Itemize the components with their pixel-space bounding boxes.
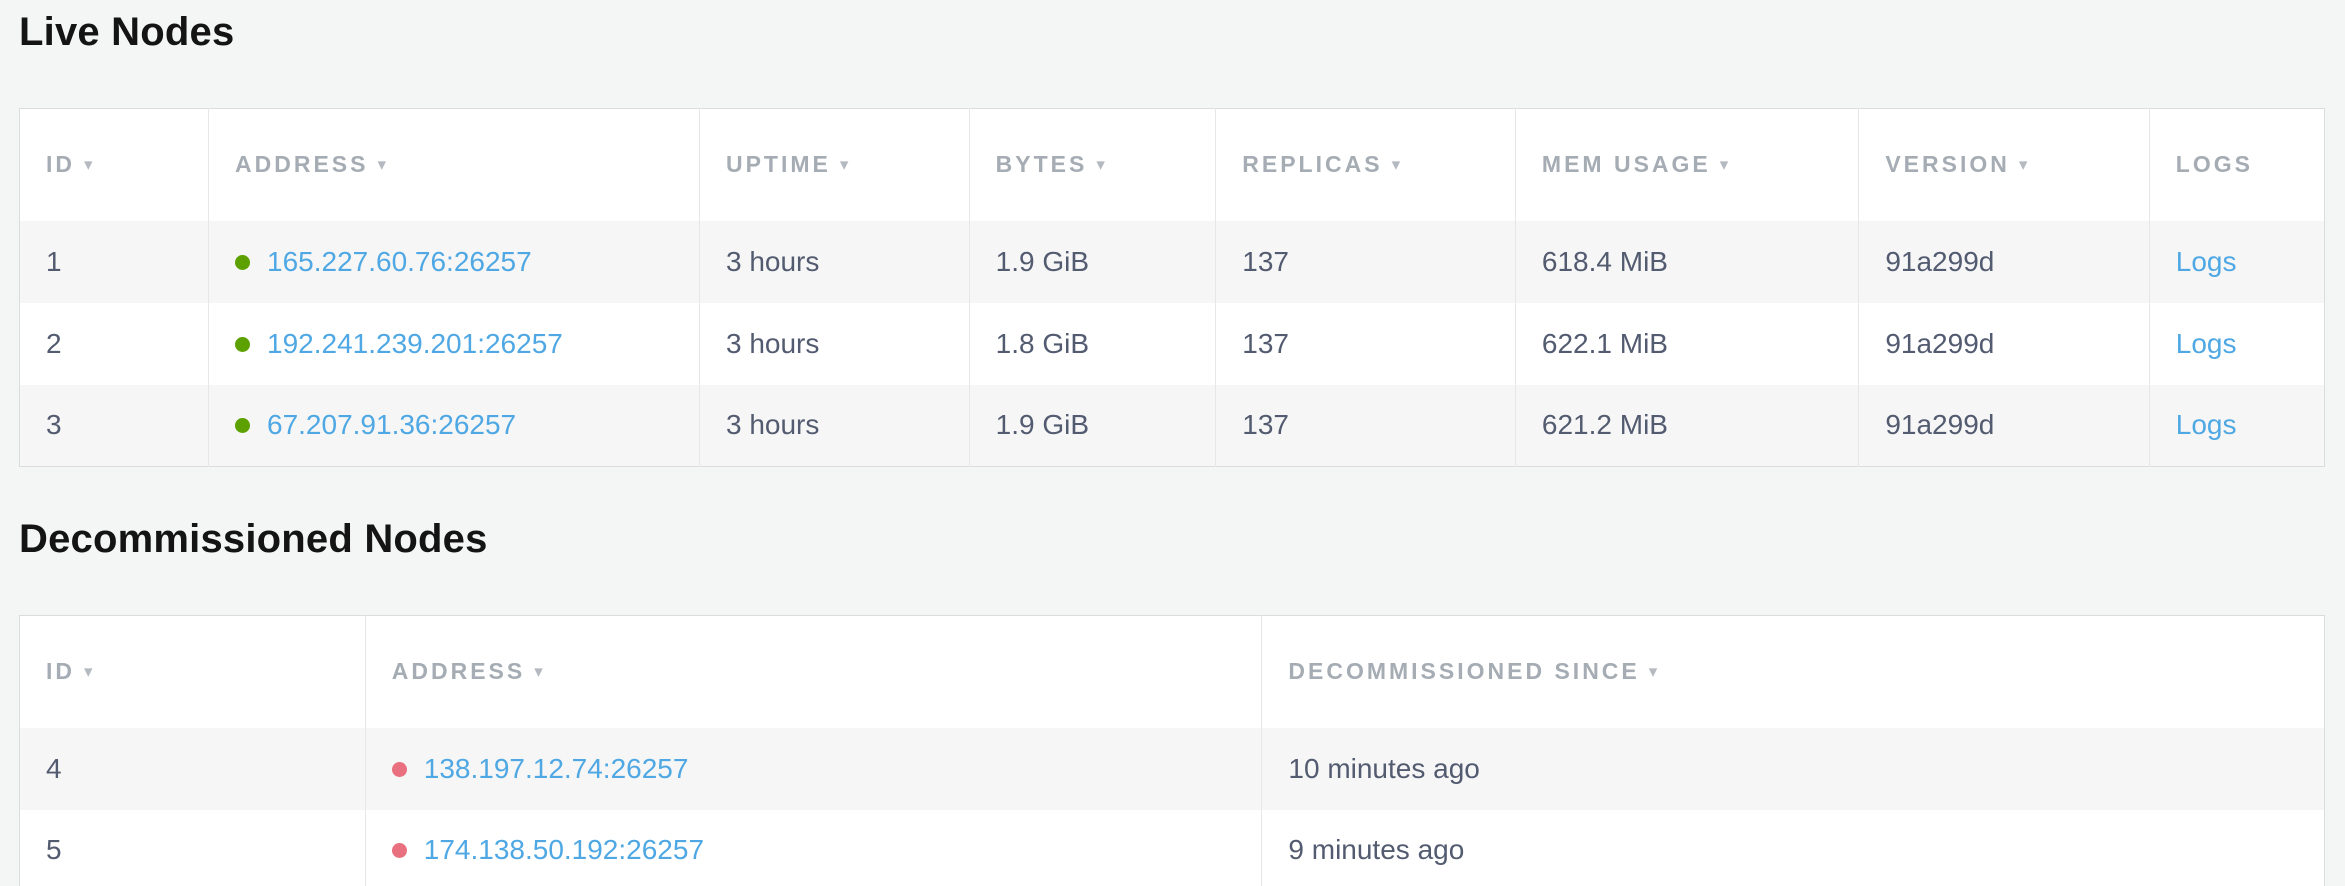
table-row: 3 67.207.91.36:26257 3 hours 1.9 GiB 137… <box>20 385 2325 467</box>
sort-arrow-icon: ▾ <box>840 155 852 174</box>
sort-arrow-icon: ▾ <box>1649 662 1661 681</box>
node-decommissioned-since-cell: 9 minutes ago <box>1262 810 2325 886</box>
sort-arrow-icon: ▾ <box>1720 155 1732 174</box>
node-mem-usage-cell: 621.2 MiB <box>1515 385 1858 467</box>
node-replicas-cell: 137 <box>1216 303 1516 385</box>
sort-arrow-icon: ▾ <box>377 155 389 174</box>
node-uptime-cell: 3 hours <box>699 221 969 303</box>
column-header-label: MEM USAGE <box>1542 151 1711 177</box>
node-version-cell: 91a299d <box>1859 221 2149 303</box>
column-header-version[interactable]: VERSION ▾ <box>1859 109 2149 221</box>
column-header-logs: LOGS <box>2149 109 2324 221</box>
node-address-cell: 138.197.12.74:26257 <box>365 728 1262 810</box>
node-address-cell: 174.138.50.192:26257 <box>365 810 1262 886</box>
column-header-address[interactable]: ADDRESS ▾ <box>365 616 1262 728</box>
node-logs-cell: Logs <box>2149 221 2324 303</box>
column-header-label: ID <box>46 151 75 177</box>
column-header-bytes[interactable]: BYTES ▾ <box>969 109 1216 221</box>
node-uptime-cell: 3 hours <box>699 303 969 385</box>
column-header-label: ADDRESS <box>235 151 368 177</box>
node-mem-usage-cell: 622.1 MiB <box>1515 303 1858 385</box>
decommissioned-nodes-table: ID ▾ ADDRESS ▾ DECOMMISSIONED SINCE ▾ 4 138… <box>19 615 2325 886</box>
live-status-dot-icon <box>235 418 250 433</box>
sort-arrow-icon: ▾ <box>2019 155 2031 174</box>
node-mem-usage-cell: 618.4 MiB <box>1515 221 1858 303</box>
column-header-label: LOGS <box>2176 151 2253 177</box>
node-replicas-cell: 137 <box>1216 385 1516 467</box>
table-row: 1 165.227.60.76:26257 3 hours 1.9 GiB 13… <box>20 221 2325 303</box>
node-address-link[interactable]: 165.227.60.76:26257 <box>267 246 532 277</box>
node-id-cell: 3 <box>20 385 209 467</box>
node-logs-link[interactable]: Logs <box>2176 328 2237 359</box>
decommissioned-nodes-header-row: ID ▾ ADDRESS ▾ DECOMMISSIONED SINCE ▾ <box>20 616 2325 728</box>
decommissioned-nodes-title: Decommissioned Nodes <box>19 515 2325 563</box>
node-logs-cell: Logs <box>2149 385 2324 467</box>
table-row: 5 174.138.50.192:26257 9 minutes ago <box>20 810 2325 886</box>
node-address-link[interactable]: 174.138.50.192:26257 <box>424 834 704 865</box>
node-address-link[interactable]: 67.207.91.36:26257 <box>267 409 516 440</box>
column-header-uptime[interactable]: UPTIME ▾ <box>699 109 969 221</box>
column-header-label: VERSION <box>1885 151 2010 177</box>
live-nodes-header-row: ID ▾ ADDRESS ▾ UPTIME ▾ BYTES ▾ REPLICAS ▾ ME… <box>20 109 2325 221</box>
table-row: 2 192.241.239.201:26257 3 hours 1.8 GiB … <box>20 303 2325 385</box>
node-logs-cell: Logs <box>2149 303 2324 385</box>
node-bytes-cell: 1.9 GiB <box>969 385 1216 467</box>
node-address-link[interactable]: 138.197.12.74:26257 <box>424 753 689 784</box>
node-uptime-cell: 3 hours <box>699 385 969 467</box>
column-header-label: REPLICAS <box>1242 151 1382 177</box>
node-address-cell: 67.207.91.36:26257 <box>209 385 700 467</box>
node-replicas-cell: 137 <box>1216 221 1516 303</box>
column-header-label: DECOMMISSIONED SINCE <box>1288 658 1639 684</box>
live-nodes-title: Live Nodes <box>19 8 2325 56</box>
sort-arrow-icon: ▾ <box>84 155 96 174</box>
column-header-label: BYTES <box>996 151 1088 177</box>
table-row: 4 138.197.12.74:26257 10 minutes ago <box>20 728 2325 810</box>
node-bytes-cell: 1.8 GiB <box>969 303 1216 385</box>
sort-arrow-icon: ▾ <box>84 662 96 681</box>
column-header-label: ADDRESS <box>392 658 525 684</box>
node-bytes-cell: 1.9 GiB <box>969 221 1216 303</box>
node-id-cell: 1 <box>20 221 209 303</box>
node-id-cell: 2 <box>20 303 209 385</box>
column-header-id[interactable]: ID ▾ <box>20 109 209 221</box>
column-header-decommissioned-since[interactable]: DECOMMISSIONED SINCE ▾ <box>1262 616 2325 728</box>
sort-arrow-icon: ▾ <box>1096 155 1108 174</box>
node-id-cell: 5 <box>20 810 366 886</box>
node-address-cell: 165.227.60.76:26257 <box>209 221 700 303</box>
node-version-cell: 91a299d <box>1859 385 2149 467</box>
decommissioned-status-dot-icon <box>392 762 407 777</box>
node-id-cell: 4 <box>20 728 366 810</box>
node-version-cell: 91a299d <box>1859 303 2149 385</box>
column-header-label: UPTIME <box>726 151 831 177</box>
node-address-link[interactable]: 192.241.239.201:26257 <box>267 328 563 359</box>
column-header-address[interactable]: ADDRESS ▾ <box>209 109 700 221</box>
live-status-dot-icon <box>235 255 250 270</box>
column-header-id[interactable]: ID ▾ <box>20 616 366 728</box>
column-header-replicas[interactable]: REPLICAS ▾ <box>1216 109 1516 221</box>
node-address-cell: 192.241.239.201:26257 <box>209 303 700 385</box>
sort-arrow-icon: ▾ <box>1392 155 1404 174</box>
column-header-label: ID <box>46 658 75 684</box>
live-status-dot-icon <box>235 337 250 352</box>
column-header-mem-usage[interactable]: MEM USAGE ▾ <box>1515 109 1858 221</box>
node-logs-link[interactable]: Logs <box>2176 246 2237 277</box>
sort-arrow-icon: ▾ <box>534 662 546 681</box>
live-nodes-table: ID ▾ ADDRESS ▾ UPTIME ▾ BYTES ▾ REPLICAS ▾ ME… <box>19 108 2325 467</box>
node-decommissioned-since-cell: 10 minutes ago <box>1262 728 2325 810</box>
decommissioned-status-dot-icon <box>392 843 407 858</box>
node-logs-link[interactable]: Logs <box>2176 409 2237 440</box>
nodes-overview-page: Live Nodes ID ▾ ADDRESS ▾ UPTIME ▾ BYTES ▾ R… <box>0 0 2345 886</box>
